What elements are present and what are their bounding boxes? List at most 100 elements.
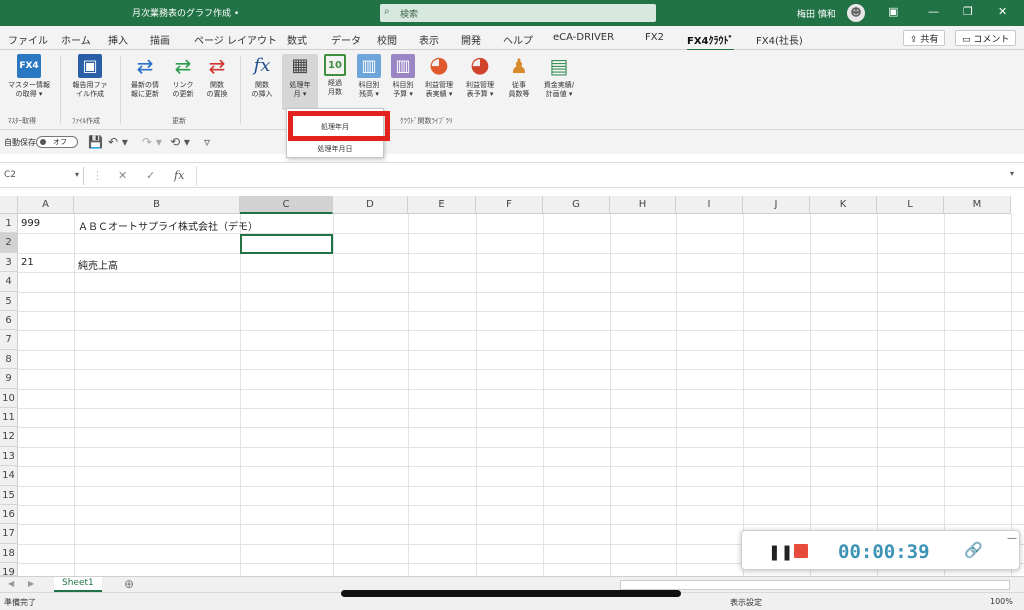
ribbon-display-icon[interactable]: ▣ bbox=[888, 5, 898, 18]
profit-actual-button[interactable]: ◕ 利益管理 表実績 ▾ bbox=[420, 54, 458, 99]
row-header-5[interactable]: 5 bbox=[0, 291, 18, 311]
row-header-13[interactable]: 13 bbox=[0, 446, 18, 467]
column-header-h[interactable]: H bbox=[610, 196, 676, 214]
column-header-m[interactable]: M bbox=[944, 196, 1011, 214]
tab-fx4-president[interactable]: FX4(社長) bbox=[756, 32, 803, 47]
save-icon[interactable]: 💾 bbox=[88, 135, 103, 149]
column-header-c[interactable]: C bbox=[240, 196, 333, 214]
row-header-12[interactable]: 12 bbox=[0, 427, 18, 447]
row-header-6[interactable]: 6 bbox=[0, 311, 18, 331]
update-links-button[interactable]: ⇄ リンク の更新 bbox=[166, 54, 200, 99]
account-balance-button[interactable]: ▥ 科目別 残高 ▾ bbox=[352, 54, 386, 99]
refresh-icon[interactable]: ⟲ ▾ bbox=[170, 135, 190, 149]
tab-file[interactable]: ファイル bbox=[8, 32, 48, 47]
column-header-i[interactable]: I bbox=[676, 196, 743, 214]
cell-b1[interactable]: ＡＢＣオートサプライ株式会社（デモ） bbox=[78, 218, 258, 233]
cell-a3[interactable]: 21 bbox=[21, 257, 34, 268]
row-header-8[interactable]: 8 bbox=[0, 349, 18, 370]
cell-a1[interactable]: 999 bbox=[21, 218, 40, 229]
tab-fx2[interactable]: FX2 bbox=[645, 32, 664, 43]
tab-view[interactable]: 表示 bbox=[419, 32, 439, 47]
formula-input[interactable] bbox=[196, 166, 1014, 186]
row-header-18[interactable]: 18 bbox=[0, 543, 18, 564]
row-header-3[interactable]: 3 bbox=[0, 252, 18, 273]
row-header-17[interactable]: 17 bbox=[0, 524, 18, 544]
tab-review[interactable]: 校閲 bbox=[377, 32, 397, 47]
sheet-nav-right-icon[interactable]: ▶ bbox=[28, 579, 34, 588]
column-header-f[interactable]: F bbox=[476, 196, 543, 214]
column-header-e[interactable]: E bbox=[408, 196, 476, 214]
minimize-icon[interactable]: — bbox=[928, 5, 939, 18]
profit-budget-button[interactable]: ◕ 利益管理 表予算 ▾ bbox=[460, 54, 500, 99]
horizontal-scrollbar[interactable] bbox=[620, 580, 1010, 590]
cash-plan-button[interactable]: ▤ 資金実績/ 計画値 ▾ bbox=[536, 54, 582, 99]
report-file-button[interactable]: ▣ 報告用ファ イル作成 bbox=[66, 54, 114, 99]
row-header-14[interactable]: 14 bbox=[0, 466, 18, 486]
comment-button[interactable]: ▭ コメント bbox=[955, 30, 1017, 46]
insert-function-icon[interactable]: fx bbox=[174, 169, 184, 182]
tab-help[interactable]: ヘルプ bbox=[503, 32, 533, 47]
avatar[interactable]: ☻ bbox=[847, 4, 865, 22]
search-box[interactable]: ⌕ 検索 bbox=[380, 4, 656, 22]
column-header-b[interactable]: B bbox=[74, 196, 240, 214]
tab-data[interactable]: データ bbox=[331, 32, 361, 47]
tab-fx4-cloud[interactable]: FX4ｸﾗｳﾄﾞ bbox=[687, 32, 734, 51]
name-box[interactable]: C2 ▾ bbox=[0, 167, 84, 185]
tab-eca-driver[interactable]: eCA-DRIVER bbox=[553, 32, 614, 43]
replace-function-button[interactable]: ⇄ 関数 の置換 bbox=[200, 54, 234, 99]
maximize-icon[interactable]: ❐ bbox=[963, 5, 973, 18]
employees-button[interactable]: ♟ 従事 員数等 bbox=[502, 54, 536, 99]
refresh-latest-button[interactable]: ⇄ 最新の情 報に更新 bbox=[126, 54, 164, 99]
row-header-1[interactable]: 1 bbox=[0, 214, 18, 234]
undo-icon[interactable]: ↶ ▾ bbox=[108, 135, 128, 149]
column-header-d[interactable]: D bbox=[333, 196, 408, 214]
tab-draw[interactable]: 描画 bbox=[150, 32, 170, 47]
enter-check-icon[interactable]: ✓ bbox=[146, 169, 155, 182]
minimize-icon[interactable]: — bbox=[1007, 533, 1017, 544]
column-header-l[interactable]: L bbox=[877, 196, 944, 214]
row-header-2[interactable]: 2 bbox=[0, 233, 18, 253]
column-header-j[interactable]: J bbox=[743, 196, 810, 214]
insert-function-button[interactable]: fx 関数 の挿入 bbox=[246, 54, 278, 99]
cancel-icon[interactable]: ✕ bbox=[118, 169, 127, 182]
column-header-g[interactable]: G bbox=[543, 196, 610, 214]
select-all-corner[interactable] bbox=[0, 196, 18, 214]
row-header-4[interactable]: 4 bbox=[0, 272, 18, 292]
column-header-k[interactable]: K bbox=[810, 196, 877, 214]
close-icon[interactable]: ✕ bbox=[998, 5, 1007, 18]
zoom-level[interactable]: 100% bbox=[990, 597, 1013, 606]
display-settings[interactable]: 表示設定 bbox=[730, 597, 762, 608]
pause-icon[interactable]: ❚❚ bbox=[768, 543, 793, 561]
customize-toolbar-icon[interactable]: ▿ bbox=[204, 135, 210, 149]
row-header-19[interactable]: 19 bbox=[0, 563, 18, 578]
autosave-toggle[interactable]: オフ bbox=[36, 136, 78, 148]
share-button[interactable]: ⇪ 共有 bbox=[903, 30, 946, 46]
cell-b3[interactable]: 純売上高 bbox=[78, 257, 118, 272]
row-header-16[interactable]: 16 bbox=[0, 505, 18, 525]
tab-formulas[interactable]: 数式 bbox=[287, 32, 307, 47]
expand-formula-icon[interactable]: ▾ bbox=[1010, 169, 1014, 178]
selected-cell-c2[interactable] bbox=[240, 234, 333, 254]
add-sheet-icon[interactable]: ⊕ bbox=[124, 577, 134, 591]
column-header-a[interactable]: A bbox=[18, 196, 74, 214]
row-header-9[interactable]: 9 bbox=[0, 369, 18, 389]
workbook-title[interactable]: 月次業務表のグラフ作成 • bbox=[132, 6, 239, 19]
user-name[interactable]: 梅田 慎和 bbox=[797, 7, 836, 20]
elapsed-months-button[interactable]: 10 経過 月数 bbox=[320, 54, 350, 97]
menu-item-processing-date[interactable]: 処理年月日 bbox=[287, 139, 383, 159]
tab-insert[interactable]: 挿入 bbox=[108, 32, 128, 47]
row-header-15[interactable]: 15 bbox=[0, 485, 18, 505]
tab-developer[interactable]: 開発 bbox=[461, 32, 481, 47]
sheet-nav-left-icon[interactable]: ◀ bbox=[8, 579, 14, 588]
sheet-tab-sheet1[interactable]: Sheet1 bbox=[54, 577, 102, 592]
link-icon[interactable]: 🔗 bbox=[964, 541, 983, 559]
row-header-7[interactable]: 7 bbox=[0, 330, 18, 350]
master-info-button[interactable]: FX4 マスター情報 の取得 ▾ bbox=[4, 54, 54, 99]
row-header-10[interactable]: 10 bbox=[0, 388, 18, 408]
stop-icon[interactable] bbox=[794, 544, 808, 558]
processing-month-button[interactable]: ▦ 処理年 月 ▾ bbox=[282, 54, 318, 110]
row-header-11[interactable]: 11 bbox=[0, 408, 18, 428]
account-budget-button[interactable]: ▥ 科目別 予算 ▾ bbox=[386, 54, 420, 99]
redo-icon[interactable]: ↷ ▾ bbox=[142, 135, 162, 149]
tab-home[interactable]: ホーム bbox=[61, 32, 91, 47]
